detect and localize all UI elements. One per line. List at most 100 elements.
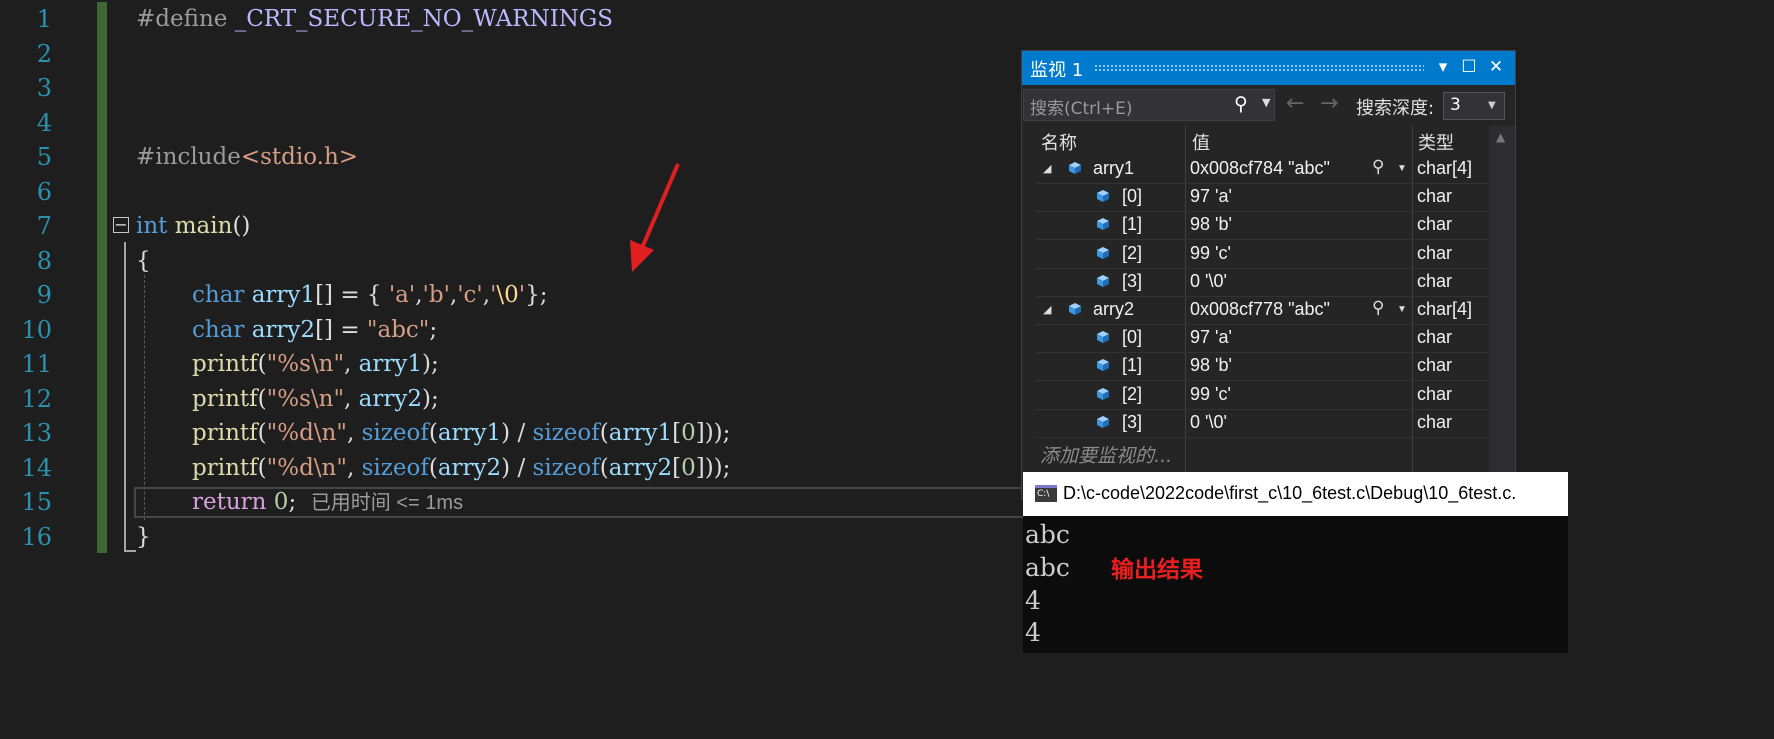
variable-name: arry2 [608,455,673,481]
vertical-scrollbar[interactable]: ▲ [1489,126,1515,516]
variable-name: arry2 [358,386,422,412]
add-watch-input[interactable]: 添加要监视的... [1040,441,1172,468]
search-depth-select[interactable]: 3 ▼ [1443,92,1505,120]
watch-type: char [1417,383,1453,404]
maximize-icon[interactable]: ☐ [1458,56,1480,78]
column-header-type[interactable]: 类型 [1418,129,1454,155]
char-literal: 'c' [457,282,483,308]
code-line-15[interactable]: 15 return 0; 已用时间 <= 1ms [0,485,1020,519]
code-line-5[interactable]: 5 #include<stdio.h> [0,140,1020,174]
code-line-14[interactable]: 14 printf("%d\n", sizeof(arry2) / sizeof… [0,451,1020,485]
console-title-bar[interactable]: C:\ D:\c-code\2022code\first_c\10_6test.… [1023,472,1568,516]
search-input[interactable]: 搜索(Ctrl+E) ⚲ ▼ [1023,89,1275,121]
console-window[interactable]: C:\ D:\c-code\2022code\first_c\10_6test.… [1023,472,1568,653]
code-line-11[interactable]: 11 printf("%s\n", arry1); [0,347,1020,381]
watch-row-element[interactable]: [0] 97 'a' char [1036,324,1489,354]
watch-value[interactable]: 0x008cf778 "abc" [1190,299,1330,320]
watch-type: char [1417,242,1453,263]
watch-window[interactable]: 监视 1 ▾ ☐ ✕ 搜索(Ctrl+E) ⚲ ▼ ← → 搜索深度: 3 ▼ … [1021,50,1516,516]
code-line-4[interactable]: 4 [0,106,1020,140]
type-keyword: int [136,213,168,239]
code-line-2[interactable]: 2 [0,37,1020,71]
code-line-12[interactable]: 12 printf("%s\n", arry2); [0,382,1020,416]
line-number: 16 [21,523,52,551]
watch-row-element[interactable]: [3] 0 '\0' char [1036,268,1489,297]
sizeof-keyword: sizeof [361,455,429,481]
watch-row-element[interactable]: [2] 99 'c' char [1036,240,1489,269]
watch-value[interactable]: 99 'c' [1190,243,1231,264]
code-line-9[interactable]: 9 char arry1[] = { 'a','b','c','\0'}; [0,278,1020,312]
watch-row-parent[interactable]: ◢ arry1 0x008cf784 "abc" ⚲ ▼ char[4] [1036,155,1489,184]
watch-value[interactable]: 0 '\0' [1190,271,1227,292]
line-number: 6 [36,178,52,206]
search-placeholder: 搜索(Ctrl+E) [1030,99,1133,119]
search-options-dropdown-icon[interactable]: ▼ [1262,96,1270,109]
text-visualizer-icon[interactable]: ⚲ [1372,157,1384,177]
watch-value[interactable]: 98 'b' [1190,214,1232,235]
watch-value[interactable]: 97 'a' [1190,327,1232,348]
annotation-arrow-icon [630,163,680,272]
code-line-6[interactable]: 6 [0,175,1020,209]
console-output-line: abc [1025,520,1070,549]
watch-type: char [1417,411,1453,432]
code-line-7[interactable]: 7 int main() [0,209,1020,243]
macro-name: _CRT_SECURE_NO_WARNINGS [234,6,614,32]
watch-value[interactable]: 0x008cf784 "abc" [1190,158,1330,179]
punctuation: ( [428,420,438,446]
line-number: 13 [21,419,52,447]
watch-row-element[interactable]: [0] 97 'a' char [1036,183,1489,213]
line-number: 4 [36,109,52,137]
watch-value[interactable]: 98 'b' [1190,355,1232,376]
search-icon[interactable]: ⚲ [1234,93,1248,115]
code-line-1[interactable]: 1 #define _CRT_SECURE_NO_WARNINGS [0,2,1020,36]
back-arrow-icon[interactable]: ← [1286,91,1304,116]
chevron-down-icon: ▼ [1488,100,1496,111]
watch-row-element[interactable]: [1] 98 'b' char [1036,352,1489,382]
watch-type: char [1417,270,1453,291]
number-literal: 0 [681,455,696,481]
line-number: 14 [21,454,52,482]
code-line-16[interactable]: 16 } [0,520,1020,554]
function-name: printf [192,455,258,481]
code-line-8[interactable]: 8 { [0,244,1020,278]
code-line-10[interactable]: 10 char arry2[] = "abc"; [0,313,1020,347]
type-keyword: char [192,317,245,343]
variable-name: arry1 [608,420,673,446]
punctuation: , [344,351,359,377]
watch-row-element[interactable]: [2] 99 'c' char [1036,381,1489,410]
console-output-line: abc [1025,553,1070,582]
code-line-3[interactable]: 3 [0,71,1020,105]
punctuation: ( [257,455,267,481]
visualizer-dropdown-icon[interactable]: ▼ [1397,304,1407,315]
window-menu-dropdown-icon[interactable]: ▾ [1432,56,1454,78]
preprocessor-keyword: #include [136,144,241,170]
watch-value[interactable]: 97 'a' [1190,186,1232,207]
escape-sequence: \0 [496,282,519,308]
number-literal: 0 [681,420,696,446]
watch-row-element[interactable]: [3] 0 '\0' char [1036,409,1489,438]
expand-collapse-icon[interactable]: ◢ [1043,303,1051,316]
column-header-name[interactable]: 名称 [1041,129,1077,155]
drag-grip[interactable] [1094,64,1424,72]
watch-row-parent[interactable]: ◢ arry2 0x008cf778 "abc" ⚲ ▼ char[4] [1036,296,1489,325]
watch-name: [0] [1122,327,1143,348]
forward-arrow-icon[interactable]: → [1320,91,1338,116]
column-header-value[interactable]: 值 [1192,129,1210,155]
punctuation: [ [672,455,682,481]
watch-type: char[4] [1417,299,1473,319]
watch-name: arry2 [1093,299,1135,319]
console-app-icon: C:\ [1035,485,1057,502]
watch-value[interactable]: 99 'c' [1190,384,1231,405]
watch-row-element[interactable]: [1] 98 'b' char [1036,211,1489,241]
code-line-13[interactable]: 13 printf("%d\n", sizeof(arry1) / sizeof… [0,416,1020,450]
scroll-up-icon[interactable]: ▲ [1496,130,1505,144]
watch-name: [2] [1122,242,1143,263]
function-name: printf [192,420,258,446]
watch-title-bar[interactable]: 监视 1 ▾ ☐ ✕ [1022,51,1515,85]
close-icon[interactable]: ✕ [1485,56,1507,78]
punctuation: ) / [501,420,533,446]
expand-collapse-icon[interactable]: ◢ [1043,162,1051,175]
watch-value[interactable]: 0 '\0' [1190,412,1227,433]
visualizer-dropdown-icon[interactable]: ▼ [1397,163,1407,174]
text-visualizer-icon[interactable]: ⚲ [1372,298,1384,318]
